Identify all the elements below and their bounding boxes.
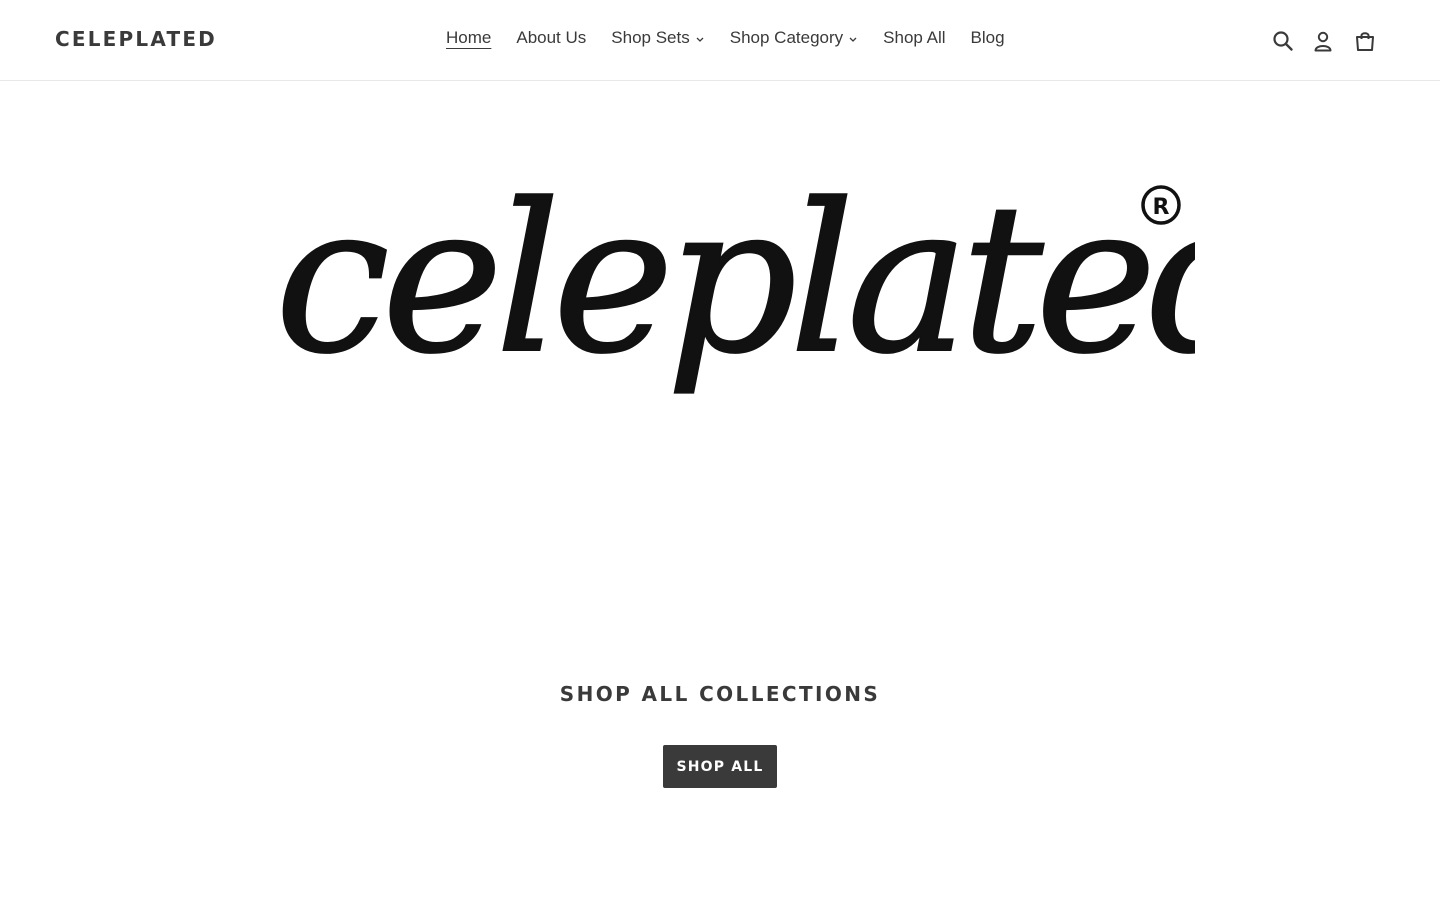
chevron-down-icon bbox=[696, 37, 704, 42]
nav-item-label: Blog bbox=[970, 28, 1005, 47]
site-logo[interactable]: CELEPLATED bbox=[55, 27, 217, 51]
nav-item-label: Shop Category bbox=[729, 28, 844, 47]
cart-icon bbox=[1356, 32, 1374, 51]
nav-item-label: Home bbox=[446, 28, 492, 47]
cart-button[interactable] bbox=[1350, 26, 1380, 56]
nav-item-label: Shop All bbox=[883, 28, 946, 47]
nav-item-label: Shop Sets bbox=[611, 28, 690, 47]
svg-text:R: R bbox=[1153, 195, 1170, 220]
account-icon bbox=[1314, 31, 1332, 52]
nav-item-blog[interactable]: Blog bbox=[971, 28, 1005, 48]
main-nav: Home About Us Shop Sets Shop Category Sh… bbox=[446, 28, 1005, 48]
search-icon bbox=[1273, 31, 1293, 51]
search-button[interactable] bbox=[1268, 26, 1298, 56]
nav-item-label: About Us bbox=[516, 28, 587, 47]
nav-item-shop-all[interactable]: Shop All bbox=[883, 28, 945, 48]
nav-item-shop-sets[interactable]: Shop Sets bbox=[611, 28, 704, 48]
chevron-down-icon bbox=[849, 37, 857, 42]
collections-title: SHOP ALL COLLECTIONS bbox=[559, 681, 881, 706]
site-header: CELEPLATED Home About Us Shop Sets Shop … bbox=[0, 0, 1440, 81]
logo-script-text: celeplated bbox=[275, 161, 1195, 399]
nav-item-home[interactable]: Home bbox=[446, 28, 491, 48]
shop-all-button[interactable]: SHOP ALL bbox=[663, 745, 777, 788]
account-button[interactable] bbox=[1308, 26, 1338, 56]
nav-item-about-us[interactable]: About Us bbox=[516, 28, 586, 48]
nav-item-shop-category[interactable]: Shop Category bbox=[730, 28, 858, 48]
header-icons bbox=[1268, 26, 1380, 56]
celeplated-script-logo: celeplated R bbox=[274, 160, 1195, 400]
